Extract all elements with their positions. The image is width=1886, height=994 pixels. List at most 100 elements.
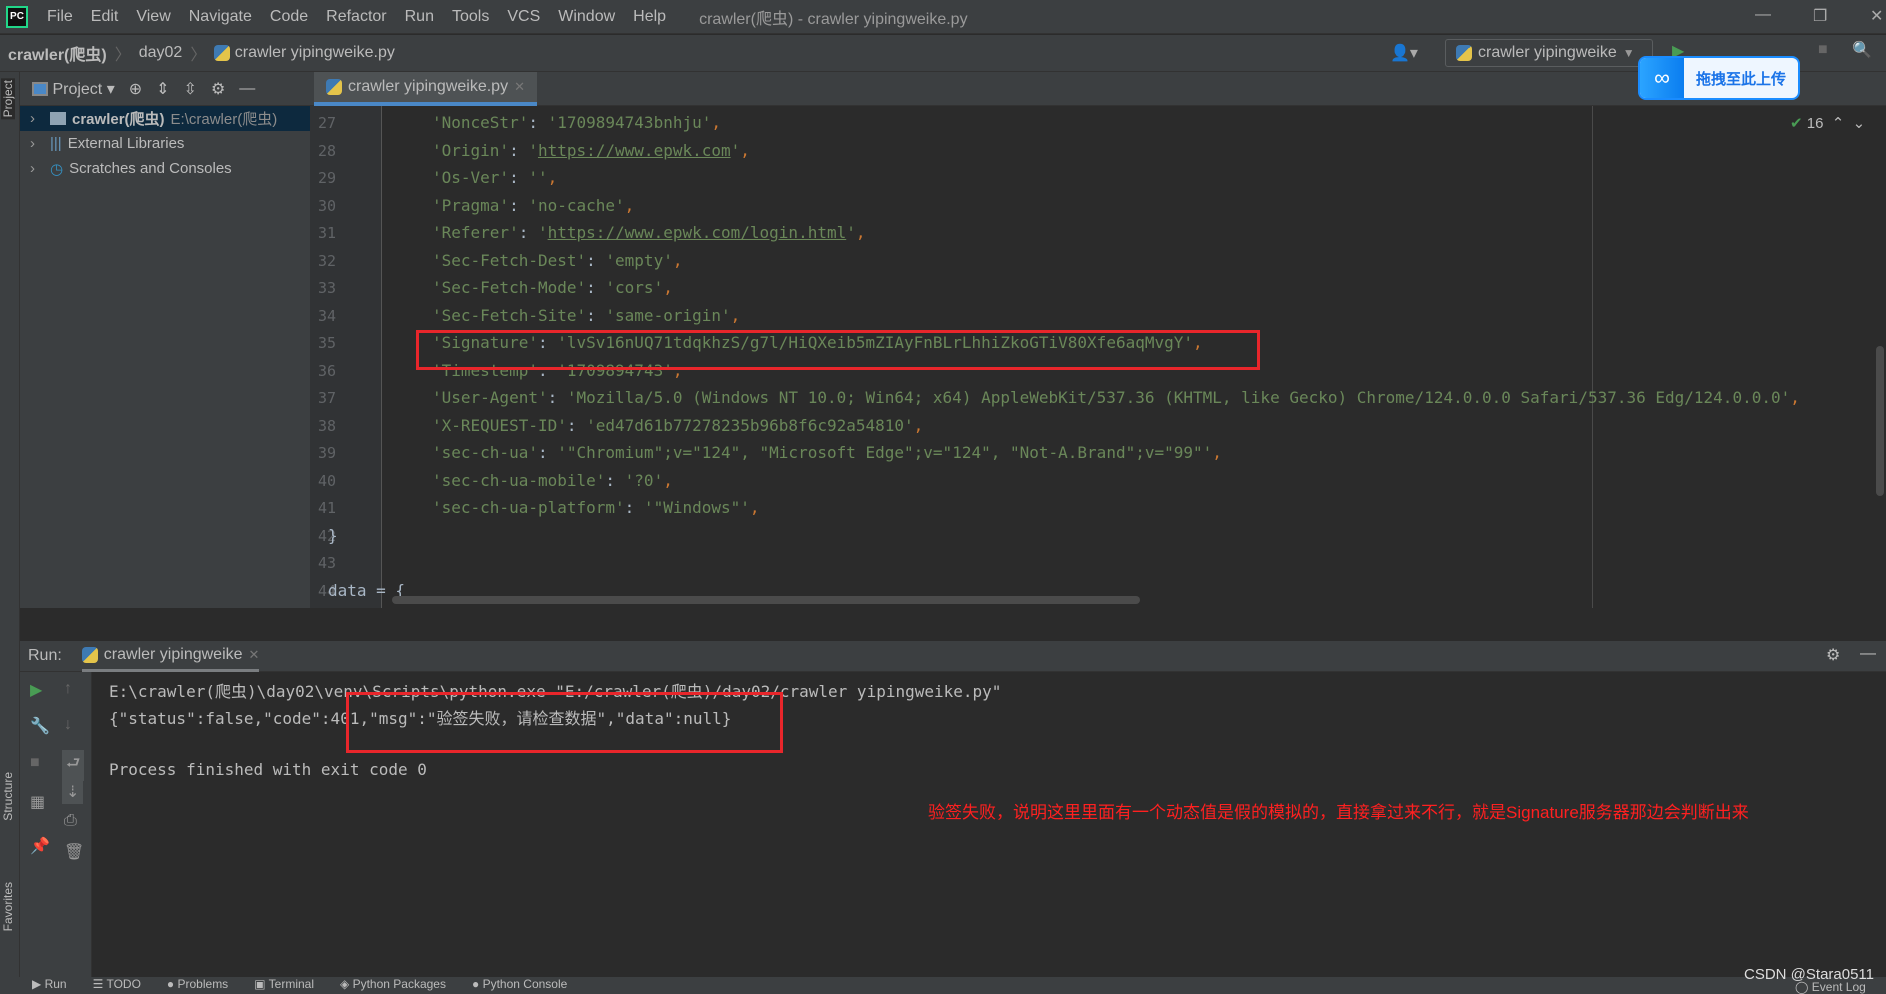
menu-tools[interactable]: Tools: [443, 8, 498, 26]
status-tab-terminal[interactable]: ▣ Terminal: [254, 977, 314, 991]
tree-item-label: External Libraries: [67, 135, 185, 152]
status-tab-run[interactable]: ▶ Run: [32, 977, 67, 991]
stop-icon[interactable]: ■: [1818, 41, 1828, 59]
search-icon[interactable]: 🔍: [1852, 40, 1872, 60]
hide-icon[interactable]: —: [1860, 645, 1876, 663]
dict-value: ': [566, 388, 577, 407]
dict-value: ': [547, 113, 558, 132]
tab-crawler-yipingweike[interactable]: crawler yipingweike.py ✕: [314, 72, 537, 106]
close-icon[interactable]: ✕: [1870, 6, 1883, 26]
project-view-dropdown[interactable]: Project ▾: [32, 79, 115, 99]
line-number: 28: [318, 141, 337, 160]
pin-icon[interactable]: 📌: [30, 836, 50, 856]
menu-bar: PC File Edit View Navigate Code Refactor…: [0, 0, 1886, 34]
breadcrumb: crawler(爬虫) 〉 day02 〉 crawler yipingweike.…: [0, 35, 1886, 72]
code-line: 'sec-ch-ua-platform': '"Windows"',: [432, 498, 760, 517]
window-title: crawler(爬虫) - crawler yipingweike.py: [699, 10, 968, 28]
dict-key: 'Pragma': [432, 195, 510, 215]
horizontal-scrollbar[interactable]: [392, 596, 1140, 604]
tab-label: Python Console: [482, 977, 568, 991]
tree-item-project-root[interactable]: › crawler(爬虫) E:\crawler(爬虫): [20, 106, 310, 131]
tree-item-label: crawler(爬虫): [72, 111, 165, 128]
up-arrow-icon[interactable]: ↑: [64, 680, 72, 698]
tab-label: Python Packages: [352, 977, 446, 991]
breadcrumb-file[interactable]: crawler yipingweike.py: [235, 44, 395, 62]
soft-wrap-icon[interactable]: ⮐: [62, 750, 85, 781]
dict-value: ': [605, 278, 616, 297]
menu-run[interactable]: Run: [396, 8, 443, 26]
chevron-right-icon[interactable]: ›: [30, 160, 44, 177]
vertical-scrollbar[interactable]: [1876, 346, 1884, 496]
project-tool-tab[interactable]: Project: [1, 78, 15, 120]
stop-icon[interactable]: ■: [30, 754, 40, 772]
run-tab[interactable]: crawler yipingweike ✕: [81, 641, 260, 672]
dict-value: "Windows": [653, 498, 741, 517]
gear-icon[interactable]: ⚙: [1826, 645, 1840, 665]
menu-vcs[interactable]: VCS: [498, 8, 549, 26]
hide-icon[interactable]: —: [239, 80, 255, 98]
tree-item-external-libraries[interactable]: › ||| External Libraries: [20, 131, 310, 156]
gear-icon[interactable]: ⚙: [211, 79, 225, 99]
console-output[interactable]: E:\crawler(爬虫)\day02\venv\Scripts\python…: [92, 672, 1886, 977]
close-tab-icon[interactable]: ✕: [249, 647, 260, 663]
tree-item-scratches[interactable]: › ◷ Scratches and Consoles: [20, 156, 310, 181]
tab-label: Run: [44, 977, 67, 991]
menu-help[interactable]: Help: [624, 8, 675, 26]
status-tab-todo[interactable]: ☰ TODO: [93, 977, 141, 991]
code-line: 'NonceStr': '1709894743bnhju',: [432, 113, 722, 132]
signature-highlight-box: [416, 330, 1260, 370]
scroll-to-end-icon[interactable]: ⇣: [62, 780, 84, 804]
restore-icon[interactable]: ❐: [1813, 6, 1827, 26]
menu-view[interactable]: View: [127, 8, 179, 26]
chevron-right-icon[interactable]: ›: [30, 110, 44, 127]
print-icon[interactable]: ⎙: [64, 812, 77, 830]
menu-file[interactable]: File: [38, 8, 82, 26]
check-icon: ✔: [1790, 115, 1803, 132]
menu-window[interactable]: Window: [549, 8, 624, 26]
status-tab-python-console[interactable]: ● Python Console: [472, 977, 567, 991]
chevron-down-icon: ▼: [1622, 46, 1635, 60]
right-margin-guide: [1592, 106, 1593, 608]
rerun-icon[interactable]: ▶: [30, 680, 42, 700]
line-number: 43: [318, 554, 337, 572]
user-icon[interactable]: 👤▾: [1390, 43, 1418, 63]
status-tab-python-packages[interactable]: ◈ Python Packages: [340, 977, 446, 991]
run-config-dropdown[interactable]: crawler yipingweike ▼: [1445, 39, 1653, 67]
minimize-icon[interactable]: —: [1755, 6, 1771, 24]
layout-icon[interactable]: ▦: [30, 792, 45, 812]
code-line: 'sec-ch-ua': '"Chromium";v="124", "Micro…: [432, 443, 1222, 462]
breadcrumb-project[interactable]: crawler(爬虫): [8, 41, 107, 65]
dict-value: ': [730, 140, 741, 160]
inspection-widget[interactable]: ✔ 16 ⌃ ⌄: [1790, 114, 1865, 132]
favorites-tool-tab[interactable]: Favorites: [1, 882, 15, 931]
wrench-icon[interactable]: 🔧: [30, 716, 50, 736]
menu-code[interactable]: Code: [261, 8, 317, 26]
comma: ,: [855, 223, 866, 242]
status-tab-problems[interactable]: ● Problems: [167, 977, 228, 991]
left-tool-stripe: Project Structure Favorites: [0, 72, 20, 977]
menu-edit[interactable]: Edit: [82, 8, 128, 26]
expand-all-icon[interactable]: ⇕: [156, 79, 169, 99]
down-arrow-icon[interactable]: ↓: [64, 716, 72, 734]
response-highlight-box: [346, 692, 783, 753]
dict-value: ': [615, 195, 625, 215]
trash-icon[interactable]: 🗑: [64, 842, 84, 862]
line-number: 31: [318, 224, 337, 242]
dict-value: Mozilla/5.0 (Windows NT 10.0; Win64; x64…: [576, 388, 1781, 407]
dict-value: https://www.epwk.com: [537, 140, 731, 160]
menu-navigate[interactable]: Navigate: [180, 8, 261, 26]
code-editor[interactable]: 27 28 29 30 31 32 33 34 35 36 37 38 39 40 41 42 43 44 ✔ 1…: [310, 106, 1886, 608]
breadcrumb-folder[interactable]: day02: [139, 44, 183, 62]
dict-value: ?0: [634, 470, 654, 490]
locate-icon[interactable]: ⊕: [129, 79, 142, 99]
code-line: 'X-REQUEST-ID': 'ed47d61b77278235b96b8f6…: [432, 415, 924, 435]
project-icon: [32, 82, 48, 97]
dict-value: ': [528, 140, 538, 160]
tab-label: Problems: [177, 977, 229, 991]
chevron-right-icon[interactable]: ›: [30, 135, 44, 152]
structure-tool-tab[interactable]: Structure: [1, 772, 15, 821]
baidu-upload-widget[interactable]: ∞ 拖拽至此上传: [1638, 56, 1800, 100]
menu-refactor[interactable]: Refactor: [317, 8, 395, 26]
collapse-all-icon[interactable]: ⇳: [184, 79, 197, 99]
close-tab-icon[interactable]: ✕: [514, 79, 525, 95]
